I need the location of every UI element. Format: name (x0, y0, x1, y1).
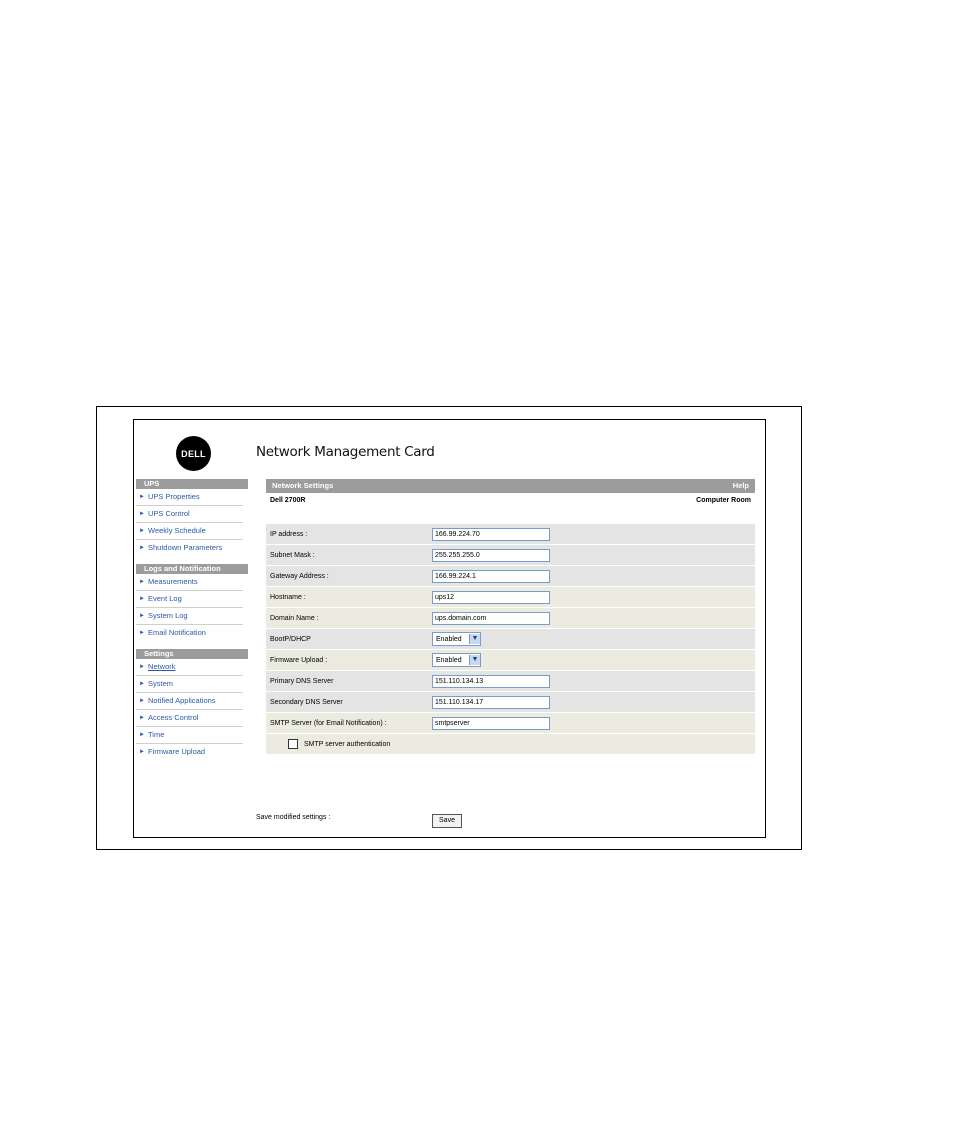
main-panel: Network Settings Help Dell 2700R Compute… (266, 479, 755, 755)
domain-name-label: Domain Name : (266, 608, 428, 628)
sidebar-item-weekly-schedule[interactable]: ► Weekly Schedule (136, 523, 243, 540)
form-row-bootp: BootP/DHCP Enabled ▼ (266, 629, 755, 649)
form-row-ip: IP address : 166.99.224.70 (266, 524, 755, 544)
subnet-mask-input[interactable]: 255.255.255.0 (432, 548, 550, 562)
secondary-dns-label: Secondary DNS Server (266, 692, 428, 712)
firmware-upload-label: Firmware Upload : (266, 650, 428, 670)
arrow-right-icon: ► (139, 715, 145, 721)
arrow-right-icon: ► (139, 749, 145, 755)
sidebar-item-access-control[interactable]: ► Access Control (136, 710, 243, 727)
arrow-right-icon: ► (139, 494, 145, 500)
arrow-right-icon: ► (139, 698, 145, 704)
form-row-gateway: Gateway Address : 166.99.224.1 (266, 566, 755, 586)
save-button[interactable]: Save (432, 814, 462, 828)
secondary-dns-input[interactable]: 151.110.134.17 (432, 695, 550, 709)
hostname-input[interactable]: ups12 (432, 590, 550, 604)
sidebar-item-measurements[interactable]: ► Measurements (136, 574, 243, 591)
arrow-right-icon: ► (139, 545, 145, 551)
bootp-dhcp-label: BootP/DHCP (266, 629, 428, 649)
domain-name-input[interactable]: ups.domain.com (432, 611, 550, 625)
chevron-down-icon[interactable]: ▼ (469, 655, 480, 665)
smtp-server-label: SMTP Server (for Email Notification) : (266, 713, 428, 733)
chevron-down-icon[interactable]: ▼ (469, 634, 480, 644)
arrow-right-icon: ► (139, 732, 145, 738)
arrow-right-icon: ► (139, 613, 145, 619)
sidebar-item-system-log[interactable]: ► System Log (136, 608, 243, 625)
form-row-smtp-auth: SMTP server authentication (266, 734, 755, 754)
bootp-dhcp-select[interactable]: Enabled ▼ (432, 632, 481, 646)
arrow-right-icon: ► (139, 681, 145, 687)
form-row-dns1: Primary DNS Server 151.110.134.13 (266, 671, 755, 691)
arrow-right-icon: ► (139, 664, 145, 670)
device-location: Computer Room (696, 497, 751, 504)
device-name: Dell 2700R (270, 497, 306, 504)
sidebar-item-event-log[interactable]: ► Event Log (136, 591, 243, 608)
arrow-right-icon: ► (139, 630, 145, 636)
form-row-dns2: Secondary DNS Server 151.110.134.17 (266, 692, 755, 712)
arrow-right-icon: ► (139, 596, 145, 602)
sidebar-item-network[interactable]: ► Network (136, 659, 243, 676)
sidebar-item-time[interactable]: ► Time (136, 727, 243, 744)
sidebar-item-ups-properties[interactable]: ► UPS Properties (136, 489, 243, 506)
sidebar-section-settings: Settings (136, 649, 248, 659)
smtp-auth-checkbox[interactable] (288, 739, 298, 749)
sidebar-item-firmware-upload[interactable]: ► Firmware Upload (136, 744, 243, 768)
hostname-label: Hostname : (266, 587, 428, 607)
form-row-domain: Domain Name : ups.domain.com (266, 608, 755, 628)
device-info-row: Dell 2700R Computer Room (266, 493, 755, 517)
gateway-address-input[interactable]: 166.99.224.1 (432, 569, 550, 583)
ip-address-input[interactable]: 166.99.224.70 (432, 527, 550, 541)
smtp-server-input[interactable]: smtpserver (432, 716, 550, 730)
network-settings-form: IP address : 166.99.224.70 Subnet Mask :… (266, 523, 755, 755)
ip-address-label: IP address : (266, 524, 428, 544)
form-row-firmware: Firmware Upload : Enabled ▼ (266, 650, 755, 670)
arrow-right-icon: ► (139, 579, 145, 585)
sidebar-item-ups-control[interactable]: ► UPS Control (136, 506, 243, 523)
network-settings-header: Network Settings Help (266, 479, 755, 493)
form-row-subnet: Subnet Mask : 255.255.255.0 (266, 545, 755, 565)
smtp-auth-label: SMTP server authentication (304, 740, 391, 748)
sidebar-section-ups: UPS (136, 479, 248, 489)
primary-dns-input[interactable]: 151.110.134.13 (432, 674, 550, 688)
sidebar-item-shutdown-parameters[interactable]: ► Shutdown Parameters (136, 540, 243, 564)
section-title: Network Settings (272, 481, 334, 490)
gateway-address-label: Gateway Address : (266, 566, 428, 586)
save-settings-label: Save modified settings : (256, 814, 331, 821)
sidebar-item-email-notification[interactable]: ► Email Notification (136, 625, 243, 649)
form-row-hostname: Hostname : ups12 (266, 587, 755, 607)
form-row-smtp: SMTP Server (for Email Notification) : s… (266, 713, 755, 733)
subnet-mask-label: Subnet Mask : (266, 545, 428, 565)
sidebar-section-logs: Logs and Notification (136, 564, 248, 574)
sidebar-item-notified-applications[interactable]: ► Notified Applications (136, 693, 243, 710)
dell-logo: DELL (176, 436, 211, 471)
page-title: Network Management Card (256, 444, 435, 460)
primary-dns-label: Primary DNS Server (266, 671, 428, 691)
sidebar-item-system[interactable]: ► System (136, 676, 243, 693)
help-link[interactable]: Help (733, 479, 749, 493)
arrow-right-icon: ► (139, 511, 145, 517)
arrow-right-icon: ► (139, 528, 145, 534)
sidebar: UPS ► UPS Properties ► UPS Control ► Weekly… (136, 479, 248, 768)
firmware-upload-select[interactable]: Enabled ▼ (432, 653, 481, 667)
